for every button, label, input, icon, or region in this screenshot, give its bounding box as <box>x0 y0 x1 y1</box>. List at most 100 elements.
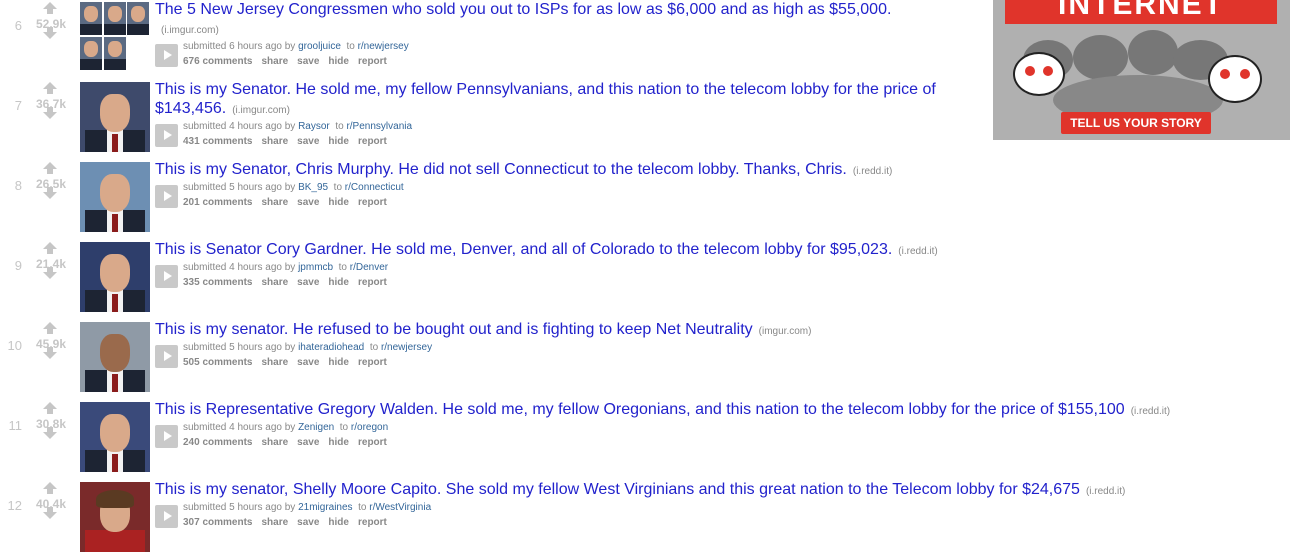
expando-play-icon[interactable] <box>155 425 178 448</box>
post-title-line: This is my Senator. He sold me, my fello… <box>155 80 950 120</box>
post-rank: 12 <box>7 498 22 513</box>
comments-link[interactable]: 335 comments <box>183 277 252 288</box>
post-domain[interactable]: (imgur.com) <box>759 326 812 337</box>
share-button[interactable]: share <box>261 277 288 288</box>
submitted-text: submitted 5 hours ago by <box>183 502 296 513</box>
post-title-link[interactable]: This is Senator Cory Gardner. He sold me… <box>155 241 892 258</box>
downvote-arrow-icon[interactable] <box>43 107 57 119</box>
post-author-link[interactable]: jpmmcb <box>298 262 333 273</box>
post-author-link[interactable]: BK_95 <box>298 182 328 193</box>
expando-play-icon[interactable] <box>155 124 178 147</box>
upvote-arrow-icon[interactable] <box>43 82 57 94</box>
subreddit-link[interactable]: r/newjersey <box>358 41 409 52</box>
post-domain[interactable]: (i.redd.it) <box>898 246 937 257</box>
downvote-arrow-icon[interactable] <box>43 187 57 199</box>
upvote-arrow-icon[interactable] <box>43 322 57 334</box>
post-domain[interactable]: (i.redd.it) <box>1086 486 1125 497</box>
expando-play-icon[interactable] <box>155 185 178 208</box>
downvote-arrow-icon[interactable] <box>43 267 57 279</box>
share-button[interactable]: share <box>261 136 288 147</box>
expando-play-icon[interactable] <box>155 345 178 368</box>
subreddit-link[interactable]: r/oregon <box>351 422 388 433</box>
save-button[interactable]: save <box>297 56 319 67</box>
share-button[interactable]: share <box>261 437 288 448</box>
post-thumbnail[interactable] <box>80 402 150 472</box>
post-content: This is my senator, Shelly Moore Capito.… <box>155 480 1280 532</box>
report-button[interactable]: report <box>358 277 387 288</box>
expando-play-icon[interactable] <box>155 265 178 288</box>
report-button[interactable]: report <box>358 136 387 147</box>
comments-link[interactable]: 240 comments <box>183 437 252 448</box>
report-button[interactable]: report <box>358 357 387 368</box>
upvote-arrow-icon[interactable] <box>43 402 57 414</box>
report-button[interactable]: report <box>358 56 387 67</box>
post-thumbnail[interactable] <box>80 322 150 392</box>
post-author-link[interactable]: Zenigen <box>298 422 334 433</box>
post-title-link[interactable]: The 5 New Jersey Congressmen who sold yo… <box>155 1 891 18</box>
post-domain[interactable]: (i.imgur.com) <box>232 105 290 116</box>
save-button[interactable]: save <box>297 197 319 208</box>
expando-play-icon[interactable] <box>155 505 178 528</box>
share-button[interactable]: share <box>261 56 288 67</box>
post-thumbnail[interactable] <box>80 242 150 312</box>
post-domain[interactable]: (i.redd.it) <box>1131 406 1170 417</box>
subreddit-link[interactable]: r/newjersey <box>381 342 432 353</box>
upvote-arrow-icon[interactable] <box>43 482 57 494</box>
subreddit-link[interactable]: r/Pennsylvania <box>346 121 412 132</box>
share-button[interactable]: share <box>261 197 288 208</box>
post-title-link[interactable]: This is my Senator, Chris Murphy. He did… <box>155 161 847 178</box>
subreddit-link[interactable]: r/Denver <box>350 262 388 273</box>
post-domain[interactable]: (i.imgur.com) <box>161 25 219 36</box>
post-title-link[interactable]: This is my senator. He refused to be bou… <box>155 321 753 338</box>
hide-button[interactable]: hide <box>328 136 349 147</box>
downvote-arrow-icon[interactable] <box>43 507 57 519</box>
post-author-link[interactable]: ihateradiohead <box>298 342 364 353</box>
report-button[interactable]: report <box>358 197 387 208</box>
save-button[interactable]: save <box>297 357 319 368</box>
save-button[interactable]: save <box>297 277 319 288</box>
post-row: 12 40.4k This is my senator, Shelly Moor… <box>0 480 1290 558</box>
comments-link[interactable]: 201 comments <box>183 197 252 208</box>
subreddit-link[interactable]: r/Connecticut <box>345 182 404 193</box>
post-title-line: The 5 New Jersey Congressmen who sold yo… <box>155 0 950 40</box>
hide-button[interactable]: hide <box>328 197 349 208</box>
post-author-link[interactable]: grooljuice <box>298 41 341 52</box>
post-title-link[interactable]: This is my senator, Shelly Moore Capito.… <box>155 481 1080 498</box>
post-author-link[interactable]: 21migraines <box>298 502 352 513</box>
post-title-link[interactable]: This is Representative Gregory Walden. H… <box>155 401 1125 418</box>
save-button[interactable]: save <box>297 136 319 147</box>
downvote-arrow-icon[interactable] <box>43 427 57 439</box>
hide-button[interactable]: hide <box>328 357 349 368</box>
save-button[interactable]: save <box>297 437 319 448</box>
post-row: 7 36.7k This is my Senator. He sold me, … <box>0 80 1290 158</box>
downvote-arrow-icon[interactable] <box>43 27 57 39</box>
to-text: to <box>358 502 367 513</box>
expando-play-icon[interactable] <box>155 44 178 67</box>
comments-link[interactable]: 676 comments <box>183 56 252 67</box>
comments-link[interactable]: 431 comments <box>183 136 252 147</box>
hide-button[interactable]: hide <box>328 277 349 288</box>
share-button[interactable]: share <box>261 357 288 368</box>
comments-link[interactable]: 505 comments <box>183 357 252 368</box>
post-thumbnail[interactable] <box>80 482 150 552</box>
upvote-arrow-icon[interactable] <box>43 162 57 174</box>
subreddit-link[interactable]: r/WestVirginia <box>369 502 431 513</box>
report-button[interactable]: report <box>358 517 387 528</box>
share-button[interactable]: share <box>261 517 288 528</box>
post-thumbnail[interactable] <box>80 82 150 152</box>
save-button[interactable]: save <box>297 517 319 528</box>
post-content: This is my Senator, Chris Murphy. He did… <box>155 160 1280 212</box>
report-button[interactable]: report <box>358 437 387 448</box>
upvote-arrow-icon[interactable] <box>43 242 57 254</box>
downvote-arrow-icon[interactable] <box>43 347 57 359</box>
post-author-link[interactable]: Raysor <box>298 121 330 132</box>
comments-link[interactable]: 307 comments <box>183 517 252 528</box>
hide-button[interactable]: hide <box>328 56 349 67</box>
post-thumbnail[interactable] <box>80 162 150 232</box>
hide-button[interactable]: hide <box>328 437 349 448</box>
upvote-arrow-icon[interactable] <box>43 2 57 14</box>
post-domain[interactable]: (i.redd.it) <box>853 166 892 177</box>
hide-button[interactable]: hide <box>328 517 349 528</box>
to-text: to <box>338 262 347 273</box>
post-thumbnail[interactable] <box>80 2 150 72</box>
